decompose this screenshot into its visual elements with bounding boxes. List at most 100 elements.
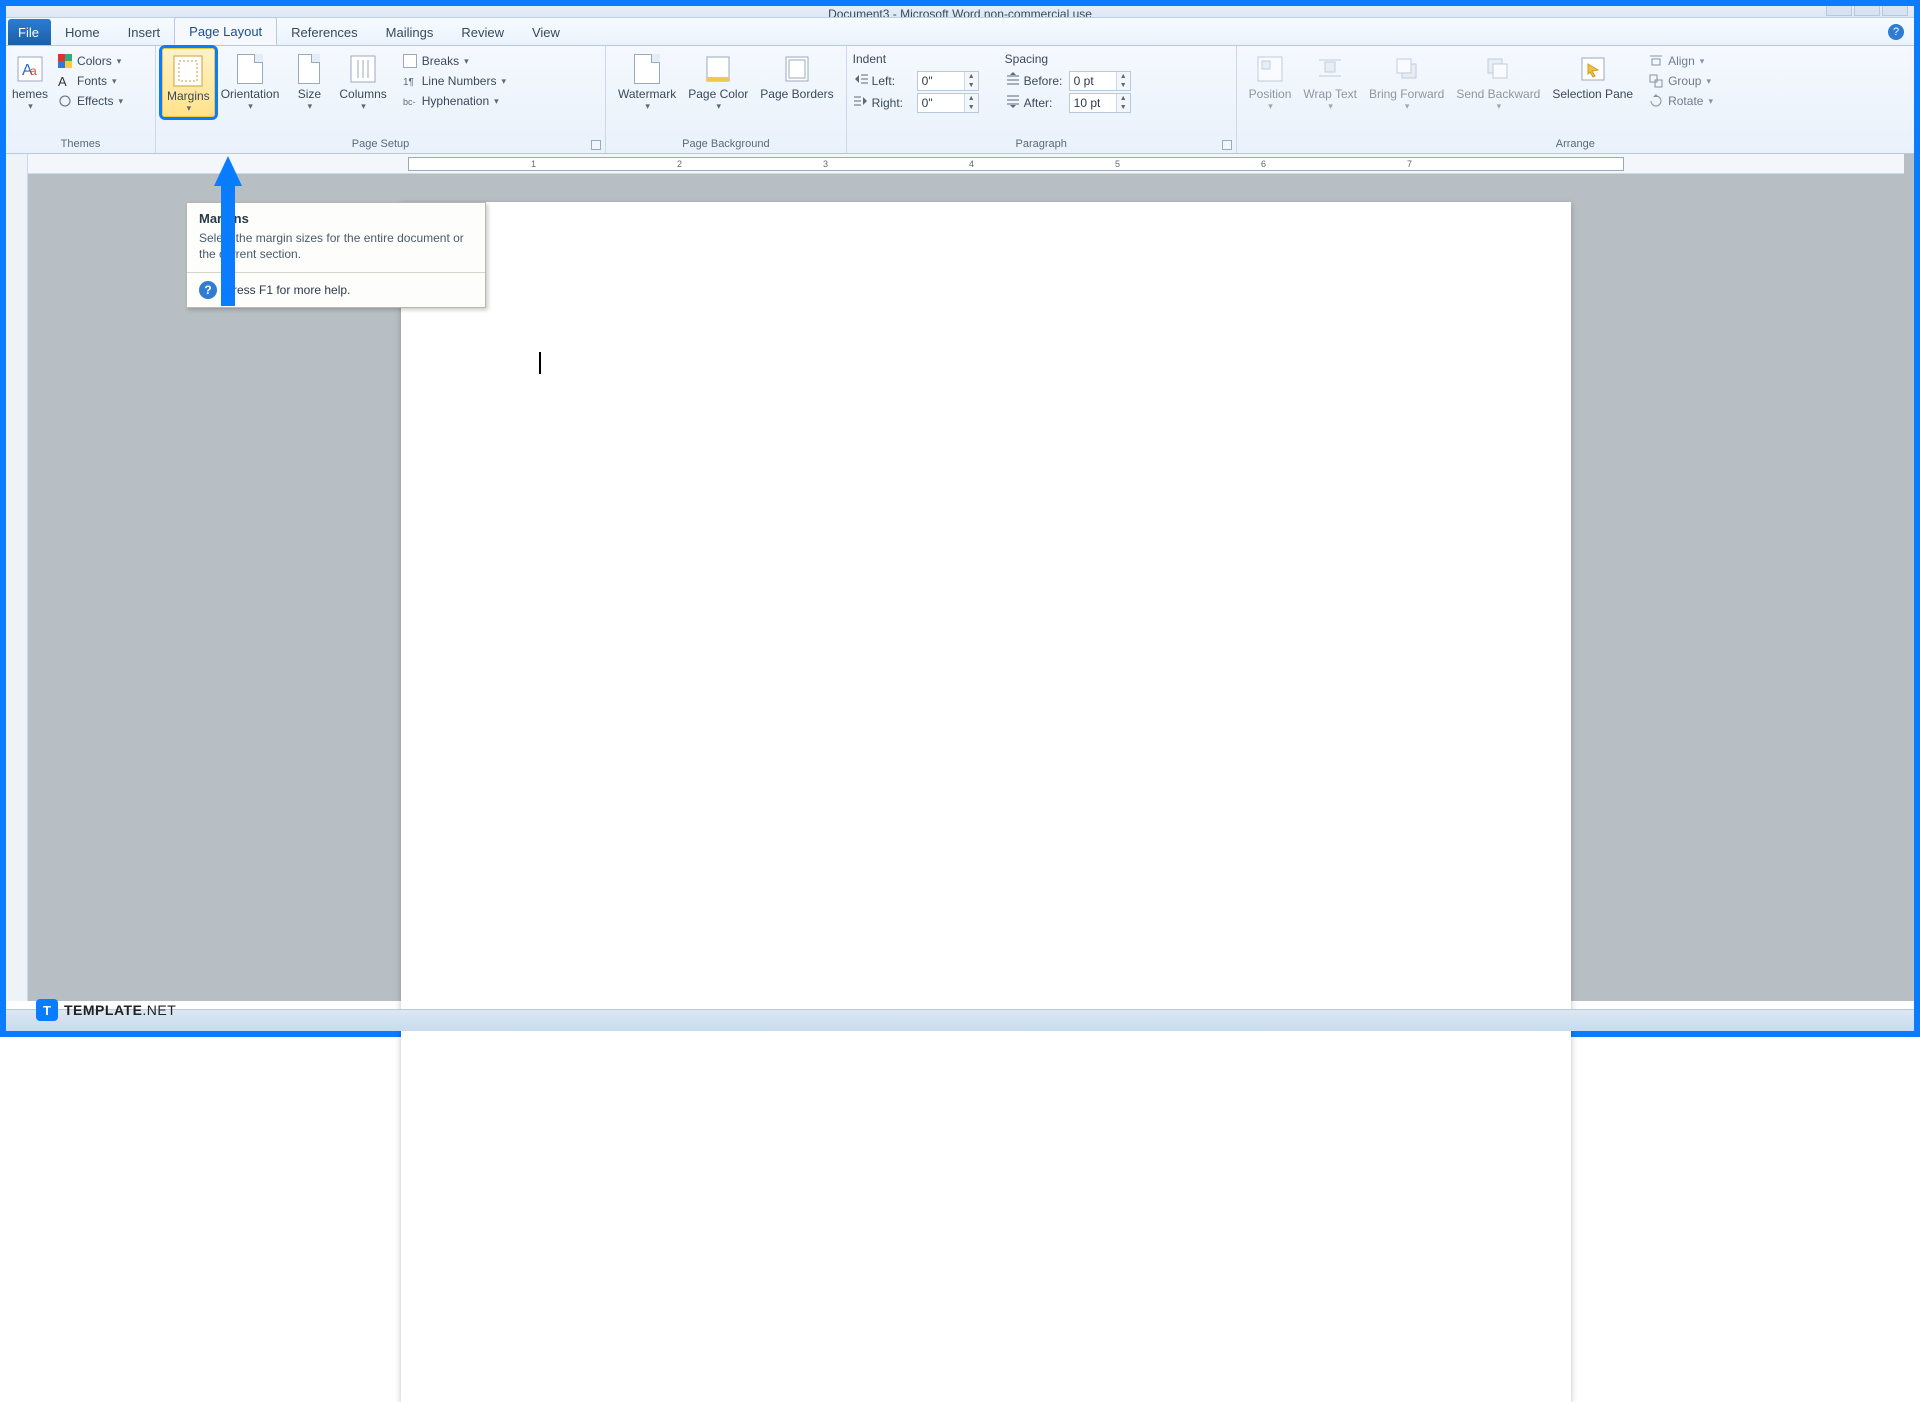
spacing-before-icon — [1005, 72, 1021, 91]
wrap-text-button[interactable]: Wrap Text ▾ — [1297, 48, 1363, 112]
orientation-button[interactable]: Orientation ▾ — [215, 48, 286, 112]
spinner-up-icon[interactable]: ▲ — [964, 94, 978, 103]
tab-file[interactable]: File — [8, 19, 51, 45]
size-button[interactable]: Size ▾ — [285, 48, 333, 112]
minimize-button[interactable] — [1826, 6, 1852, 16]
ruler-tick-7: 7 — [1407, 159, 1412, 169]
spinner-up-icon[interactable]: ▲ — [1116, 94, 1130, 103]
tab-page-layout[interactable]: Page Layout — [174, 17, 277, 45]
tab-insert[interactable]: Insert — [114, 19, 175, 45]
text-cursor — [539, 352, 541, 374]
tab-view[interactable]: View — [518, 19, 574, 45]
breaks-button[interactable]: Breaks ▾ — [399, 52, 509, 70]
tab-references[interactable]: References — [277, 19, 371, 45]
tab-review[interactable]: Review — [447, 19, 518, 45]
tooltip-help-row: ? Press F1 for more help. — [187, 273, 485, 307]
colors-button[interactable]: Colors ▾ — [54, 52, 126, 70]
line-numbers-button[interactable]: 1¶ Line Numbers ▾ — [399, 72, 509, 90]
close-button[interactable] — [1882, 6, 1908, 16]
spacing-before-value[interactable] — [1070, 74, 1116, 88]
themes-icon: Aa — [13, 52, 47, 86]
chevron-down-icon: ▾ — [1700, 56, 1705, 67]
group-button[interactable]: Group ▾ — [1645, 72, 1716, 90]
send-backward-button[interactable]: Send Backward ▾ — [1450, 48, 1546, 112]
ruler-track[interactable]: 1 2 3 4 5 6 7 — [408, 157, 1624, 171]
bring-forward-button[interactable]: Bring Forward ▾ — [1363, 48, 1450, 112]
selection-pane-button[interactable]: Selection Pane — [1546, 48, 1639, 101]
maximize-button[interactable] — [1854, 6, 1880, 16]
margins-button[interactable]: Margins ▾ — [162, 48, 215, 117]
spinner-down-icon[interactable]: ▼ — [1116, 81, 1130, 90]
spinner-up-icon[interactable]: ▲ — [964, 72, 978, 81]
window-title: Document3 - Microsoft Word non-commercia… — [828, 7, 1092, 18]
indent-right-input[interactable]: ▲▼ — [917, 93, 979, 113]
size-label: Size — [298, 88, 321, 101]
spacing-after-icon — [1005, 94, 1021, 113]
title-bar: Document3 - Microsoft Word non-commercia… — [6, 6, 1914, 18]
svg-text:bc-: bc- — [403, 97, 416, 107]
themes-button[interactable]: Aa hemes ▾ — [12, 48, 54, 112]
send-backward-icon — [1481, 52, 1515, 86]
tab-mailings[interactable]: Mailings — [372, 19, 448, 45]
columns-label: Columns — [339, 88, 386, 101]
position-button[interactable]: Position ▾ — [1243, 48, 1298, 112]
spinner-down-icon[interactable]: ▼ — [1116, 103, 1130, 112]
page-color-button[interactable]: Page Color ▾ — [682, 48, 754, 112]
group-page-setup: Margins ▾ Orientation ▾ Size ▾ — [156, 46, 606, 153]
chevron-down-icon: ▾ — [187, 103, 192, 114]
group-arrange: Position ▾ Wrap Text ▾ Bring Forward ▾ S… — [1237, 46, 1914, 153]
page-setup-dialog-launcher[interactable] — [591, 140, 601, 150]
chevron-down-icon: ▾ — [1706, 76, 1711, 87]
paragraph-dialog-launcher[interactable] — [1222, 140, 1232, 150]
group-page-background: Watermark ▾ Page Color ▾ Page Borders — [606, 46, 847, 153]
horizontal-ruler[interactable]: 1 2 3 4 5 6 7 — [28, 154, 1904, 174]
spinner-down-icon[interactable]: ▼ — [964, 103, 978, 112]
hyphenation-label: Hyphenation — [422, 94, 489, 108]
ribbon-body: Aa hemes ▾ Colors ▾ A Fonts ▾ — [6, 46, 1914, 154]
orientation-icon — [233, 52, 267, 86]
indent-left-input[interactable]: ▲▼ — [917, 71, 979, 91]
indent-left-value[interactable] — [918, 74, 964, 88]
group-paragraph-label: Paragraph — [853, 136, 1230, 153]
page-color-label: Page Color — [688, 88, 748, 101]
document-page[interactable] — [401, 202, 1571, 1402]
bring-forward-label: Bring Forward — [1369, 88, 1444, 101]
app-frame: Document3 - Microsoft Word non-commercia… — [0, 0, 1920, 1037]
fonts-button[interactable]: A Fonts ▾ — [54, 72, 126, 90]
effects-button[interactable]: Effects ▾ — [54, 92, 126, 110]
svg-text:a: a — [30, 64, 37, 78]
group-arrange-label: Arrange — [1243, 136, 1908, 153]
page-borders-button[interactable]: Page Borders — [754, 48, 839, 101]
indent-section: Indent Left: ▲▼ Right: — [853, 52, 979, 113]
watermark-button[interactable]: Watermark ▾ — [612, 48, 682, 112]
svg-text:A: A — [58, 74, 67, 88]
spinner-down-icon[interactable]: ▼ — [964, 81, 978, 90]
fonts-icon: A — [57, 73, 73, 89]
spacing-after-input[interactable]: ▲▼ — [1069, 93, 1131, 113]
chevron-down-icon: ▾ — [1405, 101, 1410, 112]
spacing-before-input[interactable]: ▲▼ — [1069, 71, 1131, 91]
help-icon[interactable]: ? — [1888, 24, 1904, 40]
chevron-down-icon: ▾ — [28, 101, 33, 112]
spinner-up-icon[interactable]: ▲ — [1116, 72, 1130, 81]
indent-right-icon — [853, 94, 869, 113]
chevron-down-icon: ▾ — [361, 101, 366, 112]
columns-icon — [346, 52, 380, 86]
effects-icon — [57, 93, 73, 109]
rotate-button[interactable]: Rotate ▾ — [1645, 92, 1716, 110]
margins-tooltip: Margins Select the margin sizes for the … — [186, 202, 486, 308]
chevron-down-icon: ▾ — [308, 101, 313, 112]
tab-home[interactable]: Home — [51, 19, 114, 45]
align-button[interactable]: Align ▾ — [1645, 52, 1716, 70]
position-icon — [1253, 52, 1287, 86]
vertical-ruler[interactable] — [6, 154, 28, 1001]
window-controls — [1826, 6, 1908, 16]
breaks-label: Breaks — [422, 54, 459, 68]
hyphenation-button[interactable]: bc- Hyphenation ▾ — [399, 92, 509, 110]
indent-right-value[interactable] — [918, 96, 964, 110]
spacing-after-value[interactable] — [1070, 96, 1116, 110]
brand-text: TEMPLATE.NET — [64, 1002, 176, 1018]
columns-button[interactable]: Columns ▾ — [333, 48, 392, 112]
chevron-down-icon: ▾ — [119, 96, 124, 107]
margins-label: Margins — [167, 90, 210, 103]
